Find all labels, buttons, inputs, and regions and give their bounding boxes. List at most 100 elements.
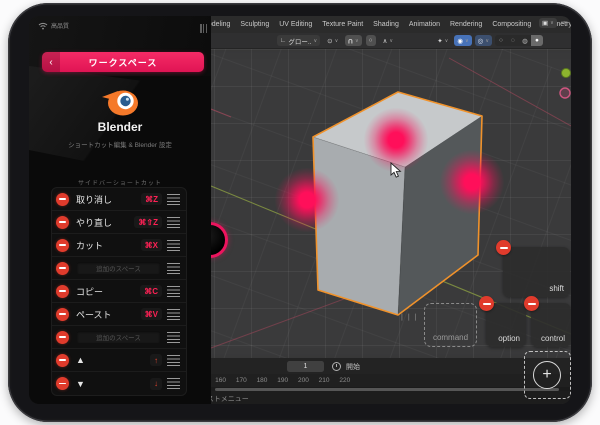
shortcut-key-badge: ⌘X [141, 239, 162, 251]
proportional-editing-toggle[interactable]: ○ [366, 35, 376, 46]
shading-mode-1[interactable]: ◌ [507, 35, 519, 46]
chevron-down-icon: ∨ [445, 38, 449, 44]
remove-button[interactable] [56, 239, 69, 252]
shortcut-input[interactable]: 追加のスペース [76, 330, 161, 344]
shortcut-label: やり直し [76, 216, 134, 229]
shortcut-input[interactable]: 追加のスペース [76, 261, 161, 275]
remove-key-badge[interactable] [479, 296, 494, 311]
topbar-right-cluster: ▣ ∨ ×× [539, 18, 567, 28]
drag-handle-icon[interactable] [167, 309, 180, 320]
drag-handle-icon[interactable] [167, 240, 180, 251]
drag-handle-icon[interactable] [167, 217, 180, 228]
remove-button[interactable] [56, 354, 69, 367]
chevron-down-icon: ∨ [355, 38, 359, 44]
chevron-down-icon: ∨ [485, 38, 489, 44]
app-card: Blender ショートカット編集 & Blender 設定 [29, 78, 211, 174]
menu-item-texture-paint[interactable]: Texture Paint [322, 21, 363, 28]
connection-quality-label: 高品質 [51, 21, 69, 30]
drag-handle-icon[interactable] [167, 378, 180, 389]
shading-mode-3[interactable]: ● [531, 35, 543, 46]
menu-item-compositing[interactable]: Compositing [492, 21, 531, 28]
pivot-dropdown[interactable]: ⊙ ∨ [324, 35, 341, 46]
stopwatch-icon[interactable] [332, 362, 341, 371]
ruler-tick: 210 [319, 377, 330, 384]
shading-mode-2[interactable]: ◍ [519, 35, 531, 46]
modifier-key-option[interactable]: option [486, 303, 526, 347]
falloff-icon: ∧ [383, 37, 388, 45]
modifier-key-command[interactable]: command [424, 303, 477, 347]
falloff-dropdown[interactable]: ∧ ∨ [380, 35, 396, 46]
menu-item-uv-editing[interactable]: UV Editing [279, 21, 312, 28]
modifier-key-label: option [498, 334, 520, 343]
modifier-key-label: control [541, 334, 565, 343]
drag-handle-icon[interactable] [167, 355, 180, 366]
remove-button[interactable] [56, 331, 69, 344]
shortcut-input-placeholder: 追加のスペース [96, 332, 141, 342]
add-overlay-button[interactable]: + [524, 351, 571, 399]
remove-button[interactable] [56, 262, 69, 275]
viewport-header-right: ✦ ∨ ◉ ∨ ◎ ∨ ○◌◍● [434, 35, 543, 46]
shortcut-row: やり直し⌘⇧Z [52, 211, 186, 234]
start-frame-label: 開始 [346, 362, 360, 372]
drag-handle-icon[interactable] [167, 263, 180, 274]
mouse-cursor [390, 162, 402, 179]
screen: ModelingSculptingUV EditingTexture Paint… [29, 16, 571, 404]
shortcut-label: ▲ [76, 355, 150, 365]
app-subtitle: ショートカット編集 & Blender 設定 [29, 139, 211, 149]
modifier-key-shift[interactable]: shift [503, 247, 570, 297]
drag-handle-icon[interactable] [167, 286, 180, 297]
menu-item-shading[interactable]: Shading [373, 21, 399, 28]
ipad-device-frame: ModelingSculptingUV EditingTexture Paint… [8, 3, 592, 422]
pivot-icon: ⊙ [327, 37, 332, 45]
proportional-icon: ○ [369, 37, 373, 44]
remove-key-badge[interactable] [496, 240, 511, 255]
scene-icon: ▣ [542, 19, 548, 27]
remove-button[interactable] [56, 308, 69, 321]
shortcut-row: カット⌘X [52, 234, 186, 257]
plus-icon: + [533, 361, 561, 389]
drag-handle-icon[interactable] [167, 332, 180, 343]
chevron-down-icon: ∨ [550, 20, 554, 26]
chevron-down-icon: ∨ [335, 38, 339, 44]
menu-item-sculpting[interactable]: Sculpting [240, 21, 269, 28]
xray-icon: ◎ [478, 37, 484, 45]
remove-button[interactable] [56, 285, 69, 298]
shortcut-row: コピー⌘C [52, 280, 186, 303]
shading-mode-0[interactable]: ○ [495, 35, 507, 46]
remove-button[interactable] [56, 193, 69, 206]
view-layer-icon[interactable]: ×× [561, 20, 567, 27]
ruler-tick: 180 [257, 377, 268, 384]
shortcut-key-badge: ↓ [150, 378, 162, 390]
drag-handle-icon[interactable] [167, 194, 180, 205]
snap-toggle[interactable]: U ∨ [345, 35, 361, 46]
menu-item-rendering[interactable]: Rendering [450, 21, 482, 28]
gizmo-dropdown[interactable]: ✦ ∨ [434, 35, 451, 46]
blender-logo [100, 86, 140, 118]
remove-button[interactable] [56, 216, 69, 229]
sidebar-drag-handle[interactable] [200, 24, 207, 33]
modifier-key-label: shift [549, 284, 564, 293]
workspace-back-button[interactable]: ‹ ワークスペース [42, 52, 204, 72]
shortcut-key-badge: ⌘⇧Z [134, 216, 162, 228]
shortcut-key-badge: ⌘Z [141, 193, 162, 205]
remove-key-badge[interactable] [524, 296, 539, 311]
xray-toggle[interactable]: ◎ ∨ [475, 35, 492, 46]
menu-item-animation[interactable]: Animation [409, 21, 440, 28]
remove-button[interactable] [56, 377, 69, 390]
viewport-header-left: ∟ グロー.. ∨ ⊙ ∨ U ∨ ○ ∧ ∨ [277, 35, 396, 46]
shortcut-row: ▲↑ [52, 349, 186, 372]
overlays-icon: ◉ [457, 37, 463, 45]
modifier-key-control[interactable]: control [531, 303, 571, 347]
orientation-dropdown[interactable]: ∟ グロー.. ∨ [277, 35, 320, 46]
shortcut-row: ペースト⌘V [52, 303, 186, 326]
workspace-button-label: ワークスペース [60, 56, 186, 69]
scene-selector[interactable]: ▣ ∨ [539, 18, 557, 28]
ruler-tick: 190 [277, 377, 288, 384]
shortcut-sidebar: 高品質 ‹ ワークスペース Blender ショートカット編集 & Blende… [29, 16, 211, 404]
shortcut-key-badge: ↑ [150, 354, 162, 366]
overlays-toggle[interactable]: ◉ ∨ [454, 35, 471, 46]
current-frame-field[interactable]: 1 [287, 361, 324, 372]
topbar-menus: ModelingSculptingUV EditingTexture Paint… [202, 16, 571, 33]
touch-grip-icon: ❘❘❘ [399, 313, 420, 321]
shading-mode-group: ○◌◍● [495, 35, 543, 46]
